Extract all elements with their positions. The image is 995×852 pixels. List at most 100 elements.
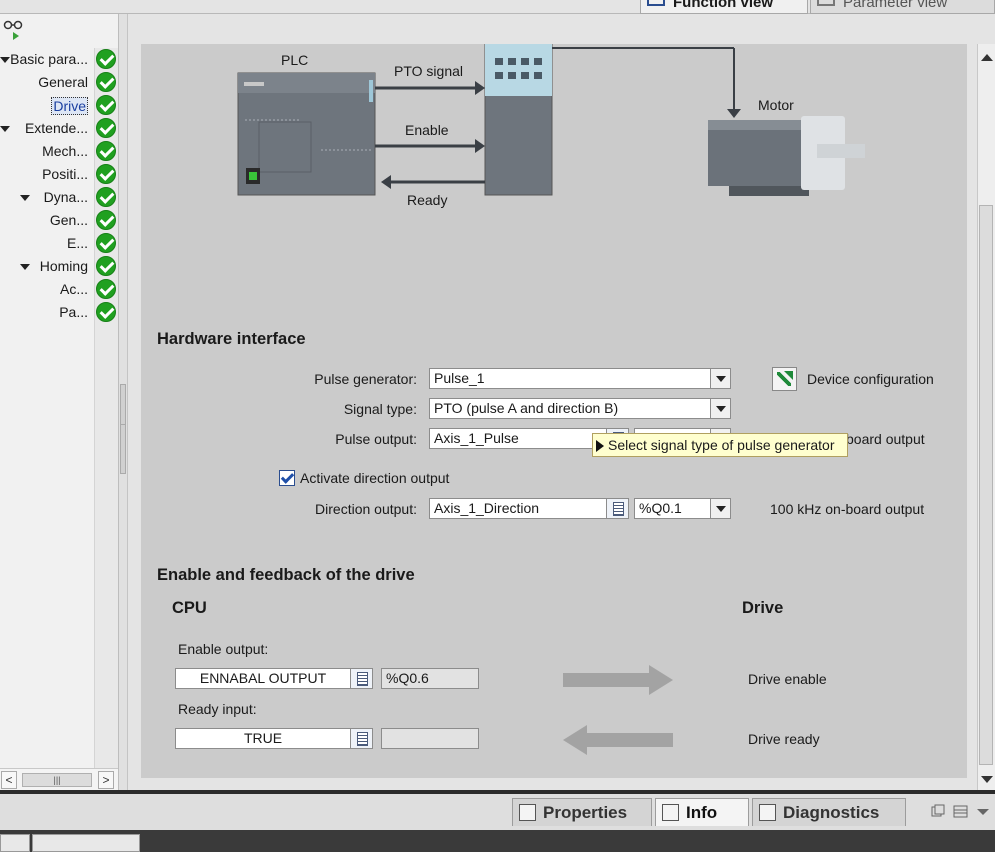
ready-input-address — [381, 728, 479, 749]
status-ok-icon — [96, 256, 116, 276]
scroll-up-icon[interactable] — [981, 54, 993, 61]
ready-input-field[interactable]: TRUE — [175, 728, 373, 749]
window-controls[interactable] — [930, 804, 992, 820]
pto-signal-label: PTO signal — [394, 63, 463, 79]
plc-device-image — [237, 72, 376, 196]
tree-item[interactable]: E... — [0, 232, 118, 255]
status-ok-icon — [96, 164, 116, 184]
scroll-thumb[interactable] — [979, 205, 993, 765]
tab-parameter-view[interactable]: Parameter view — [810, 0, 995, 14]
signal-type-select[interactable]: PTO (pulse A and direction B) — [429, 398, 731, 419]
tree-horizontal-scrollbar[interactable]: < ||| > — [0, 768, 118, 790]
chevron-down-icon[interactable] — [710, 399, 730, 418]
glasses-icon[interactable] — [3, 20, 23, 40]
pulse-output-note: board output — [846, 431, 925, 447]
status-ok-icon — [96, 187, 116, 207]
direction-output-note: 100 kHz on-board output — [770, 501, 925, 517]
tree-item[interactable]: Basic para... — [0, 48, 118, 71]
direction-output-label: Direction output: — [315, 501, 417, 517]
function-view-icon — [647, 0, 665, 6]
tab-properties-label: Properties — [543, 803, 628, 822]
enable-output-field[interactable]: ENNABAL OUTPUT — [175, 668, 373, 689]
scroll-right-icon[interactable]: > — [98, 771, 114, 789]
tooltip-arrow-icon — [596, 440, 604, 452]
status-ok-icon — [96, 141, 116, 161]
activate-direction-checkbox[interactable] — [279, 470, 295, 486]
activate-direction-label[interactable]: Activate direction output — [300, 470, 449, 486]
expand-arrow-icon[interactable] — [20, 264, 30, 270]
tree-item-label: General — [38, 74, 88, 90]
properties-icon — [519, 804, 536, 821]
glasses-icon-shape — [3, 20, 23, 30]
status-ok-icon — [96, 118, 116, 138]
signal-type-tooltip: Select signal type of pulse generator — [592, 433, 848, 457]
tree-item[interactable]: Dyna... — [0, 186, 118, 209]
tab-properties[interactable]: Properties — [512, 798, 652, 826]
tree-item-label: Extende... — [24, 120, 88, 136]
tree-item[interactable]: Mech... — [0, 140, 118, 163]
tree-item[interactable]: Positi... — [0, 163, 118, 186]
list-icon[interactable] — [350, 669, 372, 688]
drive-heading: Drive — [742, 599, 784, 617]
enable-output-label: Enable output: — [178, 641, 269, 657]
tree-item-label: Drive — [51, 97, 88, 115]
bottom-strip-tab[interactable] — [32, 834, 140, 852]
tree-item-label: Pa... — [59, 304, 88, 320]
drive-ready-label: Drive ready — [748, 731, 820, 747]
hardware-interface-heading: Hardware interface — [157, 330, 306, 348]
tab-diagnostics[interactable]: Diagnostics — [752, 798, 906, 826]
status-ok-icon — [96, 210, 116, 230]
device-configuration-link[interactable]: Device configuration — [807, 371, 934, 387]
tree-item[interactable]: General — [0, 71, 118, 94]
list-icon[interactable] — [350, 729, 372, 748]
direction-output-field[interactable]: Axis_1_Direction — [429, 498, 629, 519]
status-ok-icon — [96, 72, 116, 92]
tab-info-label: Info — [686, 803, 718, 822]
pulse-generator-label: Pulse generator: — [314, 371, 417, 387]
tree-item-label: Basic para... — [10, 51, 88, 67]
tree-item[interactable]: Extende... — [0, 117, 118, 140]
expand-right-icon[interactable] — [120, 424, 126, 474]
tab-function-view-label: Function view — [673, 0, 774, 11]
scroll-left-icon[interactable]: < — [1, 771, 17, 789]
scroll-down-icon[interactable] — [981, 776, 993, 783]
scroll-thumb[interactable]: ||| — [22, 773, 92, 787]
expand-arrow-icon[interactable] — [0, 126, 10, 132]
pulse-output-label: Pulse output: — [335, 431, 417, 447]
drive-enable-label: Drive enable — [748, 671, 827, 687]
arrow-left-icon — [563, 725, 673, 755]
list-icon[interactable] — [606, 499, 628, 518]
tree-item-label: E... — [66, 235, 88, 251]
chevron-down-icon[interactable] — [710, 369, 730, 388]
chevron-down-icon[interactable] — [710, 499, 730, 518]
bottom-strip-tab[interactable] — [0, 834, 30, 852]
tree-item[interactable]: Gen... — [0, 209, 118, 232]
cpu-heading: CPU — [172, 599, 207, 617]
plc-label: PLC — [281, 52, 309, 68]
signal-type-value: PTO (pulse A and direction B) — [434, 400, 619, 416]
expand-arrow-icon[interactable] — [0, 57, 10, 63]
direction-address-select[interactable]: %Q0.1 — [634, 498, 731, 519]
panel-splitter[interactable] — [119, 14, 128, 790]
play-icon — [13, 32, 19, 40]
tree-item[interactable]: Ac... — [0, 278, 118, 301]
tree-item-label: Homing — [39, 258, 88, 274]
pulse-generator-value: Pulse_1 — [434, 370, 485, 386]
tree-item[interactable]: Pa... — [0, 301, 118, 324]
tree-item[interactable]: Drive — [0, 94, 118, 117]
tree-item-label: Gen... — [49, 212, 88, 228]
expand-arrow-icon[interactable] — [20, 195, 30, 201]
status-ok-icon — [96, 302, 116, 322]
pulse-generator-select[interactable]: Pulse_1 — [429, 368, 731, 389]
tab-parameter-view-label: Parameter view — [843, 0, 948, 11]
tree-item[interactable]: Homing — [0, 255, 118, 278]
enable-output-value: ENNABAL OUTPUT — [199, 670, 327, 686]
drive-diagram — [237, 44, 865, 196]
tree-item-label: Dyna... — [43, 189, 88, 205]
tab-function-view[interactable]: Function view — [640, 0, 808, 14]
ready-input-label: Ready input: — [178, 701, 257, 717]
status-ok-icon — [96, 233, 116, 253]
tab-diagnostics-label: Diagnostics — [783, 803, 880, 822]
tab-info[interactable]: Info — [655, 798, 749, 826]
device-configuration-icon[interactable] — [772, 367, 797, 391]
